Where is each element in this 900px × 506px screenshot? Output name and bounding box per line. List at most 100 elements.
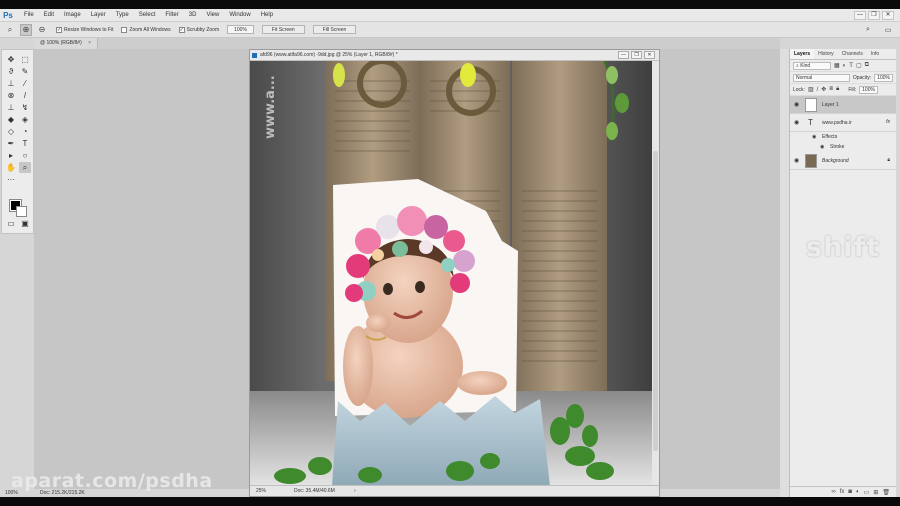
add-mask-icon[interactable]: ◙	[848, 489, 852, 495]
new-layer-icon[interactable]: ⊞	[873, 489, 878, 496]
scrubby-zoom-checkbox[interactable]: ✓ Scrubby Zoom	[178, 26, 219, 33]
lock-all-icon[interactable]: 🔒︎	[836, 86, 839, 93]
visibility-eye-icon[interactable]: ◉	[812, 134, 816, 140]
dodge-tool-icon[interactable]: ◔	[19, 126, 31, 137]
canvas-image[interactable]: www.a...	[250, 61, 653, 486]
tab-close-icon[interactable]: ×	[88, 40, 91, 46]
vertical-scrollbar[interactable]	[652, 61, 659, 486]
pen-tool-icon[interactable]: ✒	[5, 138, 17, 149]
menu-edit[interactable]: Edit	[39, 9, 59, 22]
checkbox-box[interactable]	[121, 26, 128, 33]
doc-restore-button[interactable]: ❐	[631, 51, 642, 59]
screen-mode-icon[interactable]: ▣	[19, 218, 31, 229]
menu-layer[interactable]: Layer	[86, 9, 111, 22]
checkbox-box[interactable]: ✓	[56, 26, 62, 33]
tab-channels[interactable]: Channels	[838, 49, 867, 59]
visibility-eye-icon[interactable]: ◉	[794, 157, 799, 164]
more-tools-icon[interactable]: ···	[5, 174, 17, 185]
menu-image[interactable]: Image	[59, 9, 86, 22]
trash-icon[interactable]: 🗑︎	[882, 489, 890, 496]
close-button[interactable]: ✕	[882, 11, 894, 20]
new-group-icon[interactable]: ▭	[864, 489, 870, 496]
tab-info[interactable]: Info	[867, 49, 883, 59]
checkbox-box[interactable]: ✓	[178, 26, 185, 33]
history-brush-icon[interactable]: ↯	[19, 102, 31, 113]
quick-mask-icon[interactable]: ▭	[5, 218, 17, 229]
layer-row-layer-1[interactable]: ◉ Layer 1	[790, 96, 896, 114]
background-color-swatch[interactable]	[16, 206, 27, 217]
document-tab[interactable]: @ 100% (RGB/8#) ×	[34, 38, 99, 49]
path-select-icon[interactable]: ▸	[5, 150, 17, 161]
crop-tool-icon[interactable]: ⊥	[5, 78, 17, 89]
resize-windows-checkbox[interactable]: ✓ Resize Windows to Fit	[56, 26, 113, 33]
zoom-in-icon[interactable]: ⊕	[20, 23, 32, 36]
shape-filter-icon[interactable]: ▢	[856, 62, 862, 69]
lock-position-icon[interactable]: ✥	[821, 86, 826, 93]
zoom-all-checkbox[interactable]: Zoom All Windows	[121, 26, 171, 33]
adjustment-filter-icon[interactable]: ◐	[843, 63, 847, 69]
clone-stamp-icon[interactable]: ⊥	[5, 102, 17, 113]
layer-row-text[interactable]: ◉ T www.psdha.ir fx	[790, 114, 896, 132]
quick-select-tool-icon[interactable]: ✎	[19, 66, 31, 77]
menu-view[interactable]: View	[201, 9, 224, 22]
lock-transparent-icon[interactable]: ▨	[808, 86, 814, 93]
tab-history[interactable]: History	[814, 49, 838, 59]
stroke-effect-row[interactable]: ◉ Stroke	[790, 142, 896, 152]
type-filter-icon[interactable]: T	[849, 63, 853, 69]
fill-field[interactable]: 100%	[859, 85, 878, 94]
layer-row-background[interactable]: ◉ Background 🔒︎	[790, 152, 896, 170]
shape-tool-icon[interactable]: ○	[19, 150, 31, 161]
menu-type[interactable]: Type	[111, 9, 134, 22]
menu-select[interactable]: Select	[134, 9, 161, 22]
visibility-eye-icon[interactable]: ◉	[794, 101, 799, 108]
hand-tool-icon[interactable]: ✋	[5, 162, 17, 173]
tab-layers[interactable]: Layers	[790, 49, 815, 59]
fx-icon[interactable]: fx	[886, 119, 890, 125]
menu-window[interactable]: Window	[224, 9, 255, 22]
zoom-out-icon[interactable]: ⊖	[36, 24, 48, 36]
pixel-filter-icon[interactable]: ▦	[834, 62, 840, 69]
fill-screen-button[interactable]: Fill Screen	[312, 25, 357, 34]
marquee-tool-icon[interactable]: ⬚	[19, 54, 31, 65]
menu-file[interactable]: File	[19, 9, 39, 22]
fit-screen-button[interactable]: Fit Screen	[261, 25, 305, 34]
search-icon[interactable]: ⌕	[862, 24, 874, 36]
scrollbar-thumb[interactable]	[653, 151, 658, 451]
menu-filter[interactable]: Filter	[160, 9, 183, 22]
zoom-tool-icon[interactable]: ⌕	[4, 24, 16, 36]
doc-minimize-button[interactable]: —	[618, 51, 629, 59]
document-title-bar[interactable]: afd96 (www.atifa96.com) -9dd.jpg @ 25% (…	[250, 50, 659, 61]
healing-brush-icon[interactable]: ⊗	[5, 90, 17, 101]
add-style-icon[interactable]: fx	[840, 489, 845, 495]
effects-label: Effects	[822, 134, 838, 140]
blend-mode-select[interactable]: Normal	[793, 73, 850, 82]
paint-bucket-icon[interactable]: ◈	[19, 114, 31, 125]
zoom-tool-icon[interactable]: ⌕	[19, 162, 31, 173]
blur-tool-icon[interactable]: ◇	[5, 126, 17, 137]
lock-artboard-icon[interactable]: ⧈	[829, 86, 833, 93]
type-tool-icon[interactable]: T	[19, 138, 31, 149]
minimize-button[interactable]: —	[854, 11, 866, 20]
lock-pixels-icon[interactable]: /	[817, 87, 819, 93]
eraser-tool-icon[interactable]: ◆	[5, 114, 17, 125]
adjustment-layer-icon[interactable]: ◐	[856, 489, 860, 495]
workspace-icon[interactable]: ▭	[882, 24, 894, 36]
eyedropper-tool-icon[interactable]: ⁄	[19, 78, 31, 89]
move-tool-icon[interactable]: ✥	[5, 54, 17, 65]
smart-object-filter-icon[interactable]: ⧉	[865, 62, 869, 69]
document-zoom-readout[interactable]: 25%	[256, 486, 266, 497]
brush-tool-icon[interactable]: /	[19, 90, 31, 101]
menu-help[interactable]: Help	[256, 9, 278, 22]
opacity-field[interactable]: 100%	[874, 73, 893, 82]
zoom-percent-field[interactable]: 100%	[227, 25, 254, 34]
kind-filter-select[interactable]: ⌕ Kind	[793, 61, 831, 70]
menu-3d[interactable]: 3D	[184, 9, 202, 22]
link-layers-icon[interactable]: ∞	[831, 489, 835, 495]
restore-button[interactable]: ❐	[868, 11, 880, 20]
lasso-tool-icon[interactable]: ϑ	[5, 66, 17, 77]
visibility-eye-icon[interactable]: ◉	[820, 144, 824, 150]
doc-close-button[interactable]: ✕	[644, 51, 655, 59]
visibility-eye-icon[interactable]: ◉	[794, 119, 799, 126]
effects-row[interactable]: ◉ Effects	[790, 132, 896, 142]
status-menu-arrow-icon[interactable]: ›	[354, 486, 356, 497]
